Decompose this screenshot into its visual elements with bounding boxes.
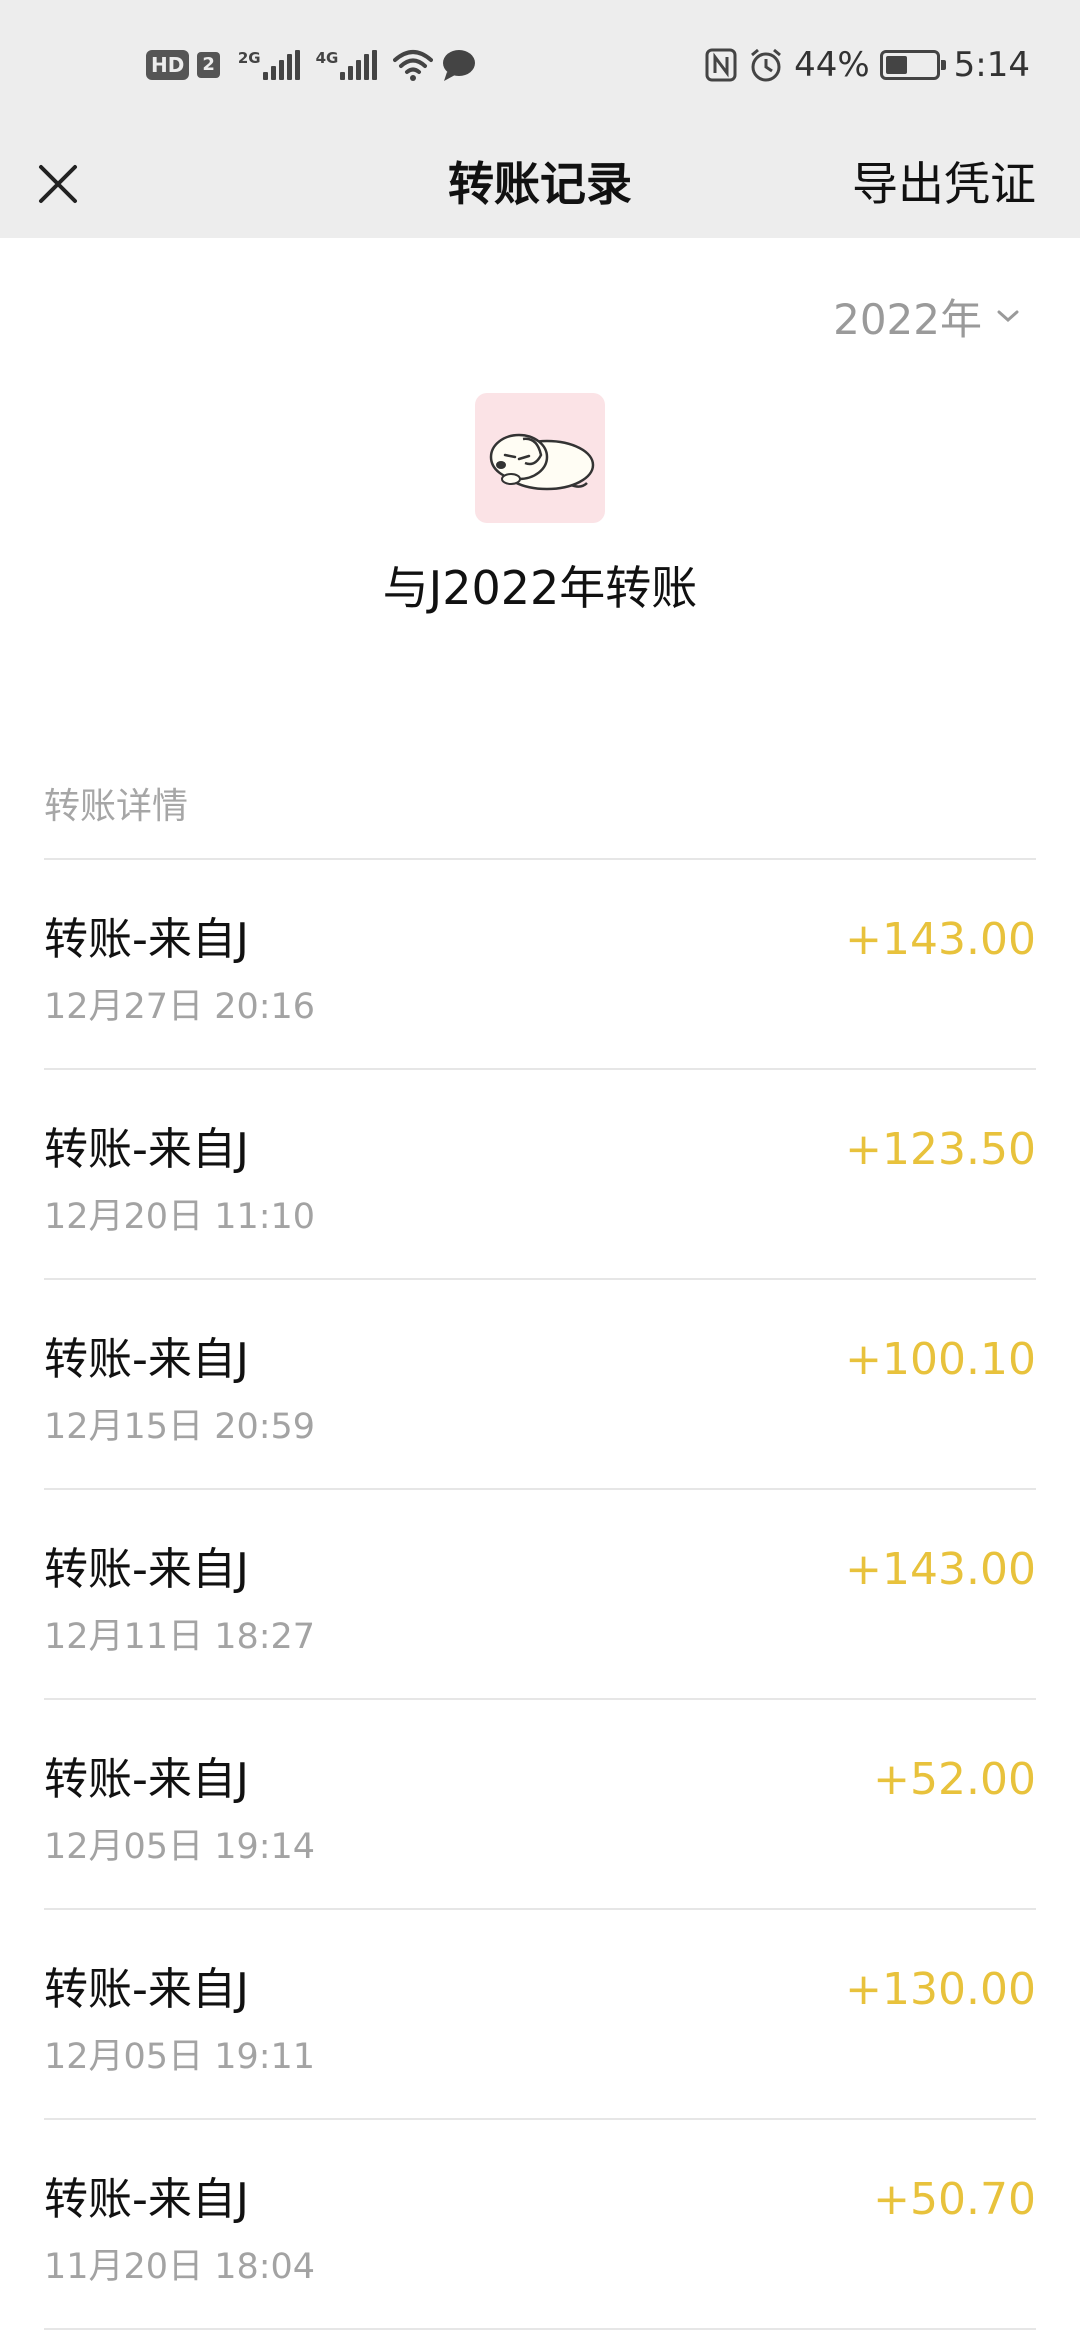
battery-fill xyxy=(885,56,907,74)
wifi-icon xyxy=(393,50,434,81)
transaction-amount: +100.10 xyxy=(845,1334,1036,1385)
message-icon xyxy=(443,50,476,81)
year-value: 2022年 xyxy=(833,294,982,344)
year-selector[interactable]: 2022年 xyxy=(833,286,1020,346)
top-bar: HD 2 2G 4G 44% 5:14 转账记录 导出凭证 xyxy=(0,0,1080,238)
avatar xyxy=(475,393,605,523)
transaction-amount: +143.00 xyxy=(845,914,1036,965)
status-right: 44% 5:14 xyxy=(704,44,1030,86)
chevron-down-icon xyxy=(997,310,1019,323)
transaction-time: 12月05日 19:14 xyxy=(44,1827,316,1867)
close-button[interactable] xyxy=(22,148,94,220)
transaction-time: 12月11日 18:27 xyxy=(44,1617,316,1657)
transaction-item[interactable]: 转账-来自J 12月05日 19:14 +52.00 xyxy=(44,1698,1036,1908)
sleeping-dog-avatar xyxy=(489,433,595,491)
transaction-title: 转账-来自J xyxy=(44,914,249,965)
clock-time: 5:14 xyxy=(953,45,1030,85)
alarm-icon xyxy=(751,48,782,82)
transaction-time: 12月05日 19:11 xyxy=(44,2037,316,2077)
transaction-title: 转账-来自J xyxy=(44,1334,249,1385)
transaction-time: 11月20日 18:04 xyxy=(44,2247,316,2287)
status-left: HD 2 2G 4G xyxy=(146,44,477,86)
transaction-list: 转账-来自J 12月27日 20:16 +143.00 转账-来自J 12月20日 11… xyxy=(44,858,1036,2330)
transaction-item[interactable]: 转账-来自J 12月27日 20:16 +143.00 xyxy=(44,858,1036,1068)
status-bar: HD 2 2G 4G 44% 5:14 xyxy=(0,0,1080,130)
nfc-icon xyxy=(705,48,737,82)
summary-title: 与J2022年转账 xyxy=(382,561,698,615)
export-voucher-button[interactable]: 导出凭证 xyxy=(852,130,1036,238)
transaction-amount: +143.00 xyxy=(845,1544,1036,1595)
net-label-2g: 2G xyxy=(237,49,261,67)
nav-bar: 转账记录 导出凭证 xyxy=(0,130,1080,238)
battery-icon xyxy=(879,50,946,80)
transaction-title: 转账-来自J xyxy=(44,1544,249,1595)
transaction-amount: +50.70 xyxy=(873,2174,1036,2225)
transaction-title: 转账-来自J xyxy=(44,1754,249,1805)
signal-bars xyxy=(340,50,378,80)
transaction-title: 转账-来自J xyxy=(44,1964,249,2015)
transaction-amount: +52.00 xyxy=(873,1754,1036,1805)
transaction-time: 12月20日 11:10 xyxy=(44,1197,316,1237)
transaction-amount: +123.50 xyxy=(845,1124,1036,1175)
transaction-title: 转账-来自J xyxy=(44,2174,249,2225)
transaction-time: 12月15日 20:59 xyxy=(44,1407,316,1447)
hd-badge: HD xyxy=(146,50,190,80)
transaction-time: 12月27日 20:16 xyxy=(44,987,316,1027)
transaction-item[interactable]: 转账-来自J 12月05日 19:11 +130.00 xyxy=(44,1908,1036,2118)
signal-4g-icon: 4G xyxy=(316,50,378,80)
transaction-item[interactable]: 转账-来自J 11月20日 18:04 +50.70 xyxy=(44,2118,1036,2328)
signal-bars xyxy=(262,50,300,80)
net-label-4g: 4G xyxy=(315,49,339,67)
transaction-amount: +130.00 xyxy=(845,1964,1036,2015)
section-label: 转账详情 xyxy=(44,786,189,827)
signal-2g-icon: 2G xyxy=(238,50,300,80)
transaction-item[interactable]: 转账-来自J 12月11日 18:27 +143.00 xyxy=(44,1488,1036,1698)
list-divider xyxy=(44,2328,1036,2330)
sim-badge: 2 xyxy=(197,52,220,78)
transaction-item[interactable]: 转账-来自J 12月15日 20:59 +100.10 xyxy=(44,1278,1036,1488)
battery-percent: 44% xyxy=(794,45,870,85)
close-icon xyxy=(39,165,77,203)
transaction-item[interactable]: 转账-来自J 12月20日 11:10 +123.50 xyxy=(44,1068,1036,1278)
transaction-title: 转账-来自J xyxy=(44,1124,249,1175)
